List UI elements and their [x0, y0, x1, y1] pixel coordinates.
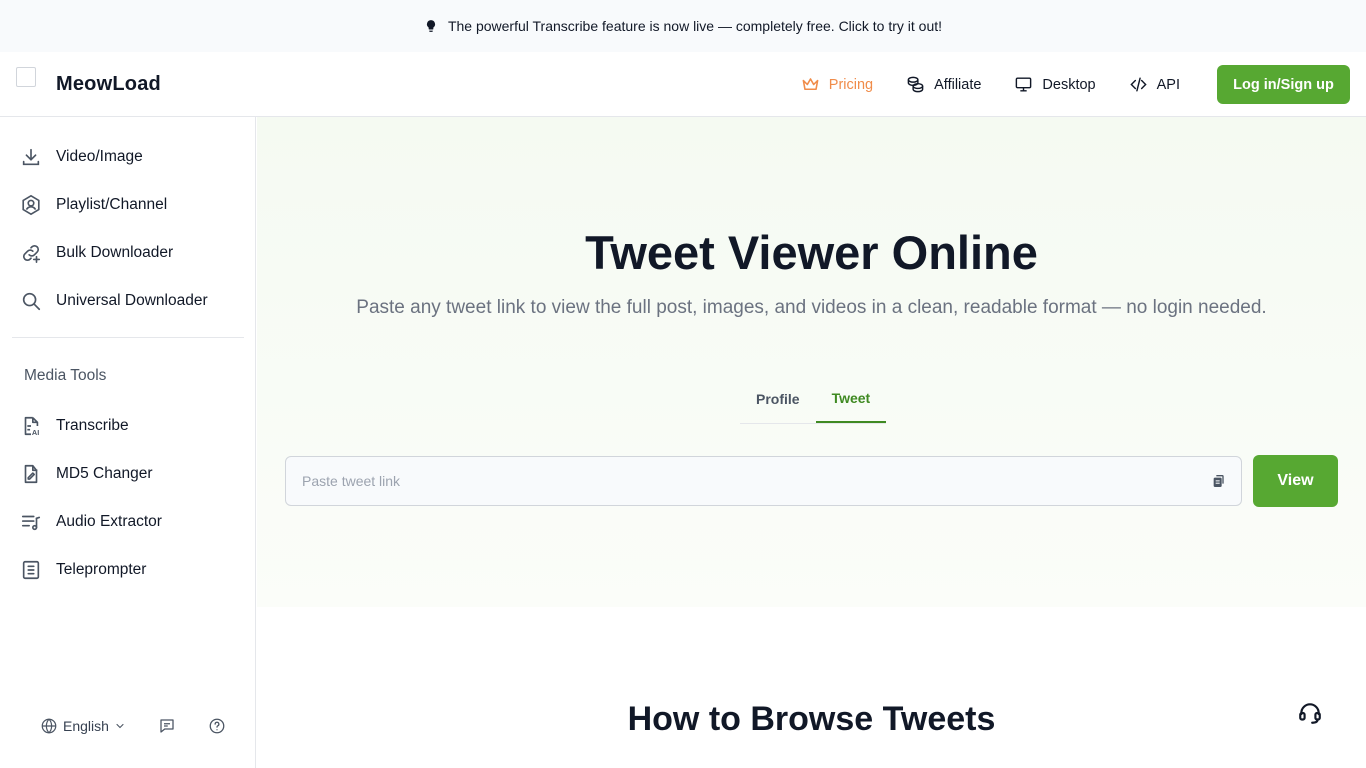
view-button[interactable]: View [1253, 455, 1338, 507]
language-selector[interactable]: English [40, 717, 126, 735]
sidebar-item-label: Bulk Downloader [56, 244, 174, 261]
feedback-button[interactable] [158, 717, 176, 735]
nav-api-label: API [1156, 76, 1180, 93]
question-circle-icon [208, 717, 226, 735]
user-hexagon-icon [20, 194, 42, 216]
help-button[interactable] [208, 717, 226, 735]
login-signup-button[interactable]: Log in/Sign up [1217, 65, 1350, 104]
announcement-text: The powerful Transcribe feature is now l… [447, 18, 943, 34]
sidebar-item-label: Transcribe [56, 417, 129, 434]
mode-tabs: Profile Tweet [740, 375, 887, 424]
tweet-link-field [285, 456, 1242, 506]
nav-api[interactable]: API [1129, 75, 1180, 94]
how-to-heading: How to Browse Tweets [627, 700, 996, 738]
hero-section: Tweet Viewer Online Paste any tweet link… [257, 117, 1366, 607]
sidebar: Video/Image Playlist/Channel Bulk Downlo… [0, 117, 256, 768]
svg-text:AI: AI [32, 428, 39, 437]
search-icon [20, 290, 42, 312]
music-list-icon [20, 511, 42, 533]
message-icon [158, 717, 176, 735]
language-label: English [63, 718, 109, 734]
sidebar-item-playlist-channel[interactable]: Playlist/Channel [20, 191, 167, 219]
sidebar-item-universal-downloader[interactable]: Universal Downloader [20, 287, 208, 315]
sidebar-item-label: MD5 Changer [56, 465, 153, 482]
nav-affiliate-label: Affiliate [934, 76, 982, 93]
brand[interactable]: MeowLoad [16, 52, 161, 117]
download-icon [20, 146, 42, 168]
top-nav: Pricing Affiliate Desktop API [801, 52, 1180, 117]
lightbulb-icon [424, 19, 438, 33]
support-chat-button[interactable] [1297, 700, 1323, 726]
clipboard-icon [1211, 473, 1227, 489]
code-icon [1129, 75, 1148, 94]
nav-desktop-label: Desktop [1042, 76, 1096, 93]
tweet-link-input[interactable] [286, 457, 1197, 505]
announcement-bar[interactable]: The powerful Transcribe feature is now l… [0, 0, 1366, 52]
tab-tweet[interactable]: Tweet [815, 375, 887, 423]
headset-icon [1297, 700, 1323, 726]
top-header: MeowLoad Pricing Affiliate Desktop API L… [0, 52, 1366, 117]
file-edit-icon [20, 463, 42, 485]
sidebar-item-teleprompter[interactable]: Teleprompter [20, 556, 146, 584]
globe-icon [40, 717, 58, 735]
page-subtitle: Paste any tweet link to view the full po… [356, 297, 1267, 318]
tab-profile[interactable]: Profile [740, 375, 816, 423]
sidebar-item-md5-changer[interactable]: MD5 Changer [20, 460, 153, 488]
nav-desktop[interactable]: Desktop [1014, 75, 1096, 94]
paste-button[interactable] [1197, 457, 1241, 505]
brand-name: MeowLoad [56, 73, 161, 95]
file-ai-icon: AI [20, 415, 42, 437]
sidebar-divider [12, 337, 244, 338]
sidebar-item-label: Playlist/Channel [56, 196, 168, 213]
nav-pricing-label: Pricing [828, 76, 874, 93]
sidebar-item-transcribe[interactable]: AI Transcribe [20, 412, 129, 440]
sidebar-section-title: Media Tools [24, 367, 107, 384]
sidebar-footer: English [40, 717, 226, 735]
page-title: Tweet Viewer Online [585, 226, 1038, 279]
monitor-icon [1014, 75, 1033, 94]
sidebar-item-label: Video/Image [56, 148, 143, 165]
nav-affiliate[interactable]: Affiliate [906, 75, 981, 94]
sidebar-item-label: Teleprompter [56, 561, 147, 578]
sidebar-item-audio-extractor[interactable]: Audio Extractor [20, 508, 162, 536]
chevron-down-icon [114, 720, 126, 732]
nav-pricing[interactable]: Pricing [801, 75, 873, 94]
document-lines-icon [20, 559, 42, 581]
sidebar-item-bulk-downloader[interactable]: Bulk Downloader [20, 239, 173, 267]
sidebar-item-label: Universal Downloader [56, 292, 208, 309]
crown-icon [801, 75, 820, 94]
coins-icon [906, 75, 925, 94]
brand-logo [16, 66, 36, 87]
sidebar-item-video-image[interactable]: Video/Image [20, 143, 143, 171]
link-plus-icon [20, 242, 42, 264]
sidebar-item-label: Audio Extractor [56, 513, 162, 530]
